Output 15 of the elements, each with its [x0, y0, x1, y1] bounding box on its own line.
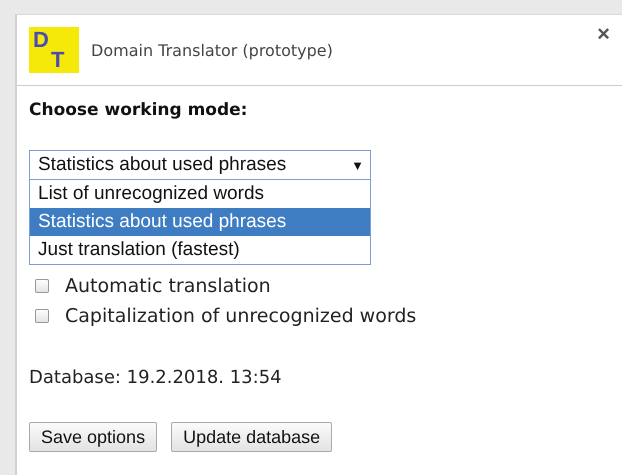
close-button[interactable]: × — [593, 21, 614, 47]
checkbox[interactable] — [35, 279, 49, 293]
checkbox-label: Capitalization of unrecognized words — [65, 305, 416, 327]
dropdown-option[interactable]: Just translation (fastest) — [30, 236, 370, 264]
window-title: Domain Translator (prototype) — [91, 40, 333, 60]
mode-dropdown[interactable]: Statistics about used phrases ▼ — [29, 150, 371, 180]
checkbox-label: Automatic translation — [65, 275, 271, 297]
database-info: Database: 19.2.2018. 13:54 — [29, 367, 283, 388]
checkbox[interactable] — [35, 309, 49, 323]
logo: D T — [29, 27, 79, 73]
dropdown-option[interactable]: List of unrecognized words — [30, 180, 370, 208]
dropdown-option[interactable]: Statistics about used phrases — [30, 208, 370, 236]
update-button[interactable]: Update database — [171, 422, 332, 452]
section-heading: Choose working mode: — [29, 100, 248, 120]
save-button[interactable]: Save options — [29, 422, 158, 452]
